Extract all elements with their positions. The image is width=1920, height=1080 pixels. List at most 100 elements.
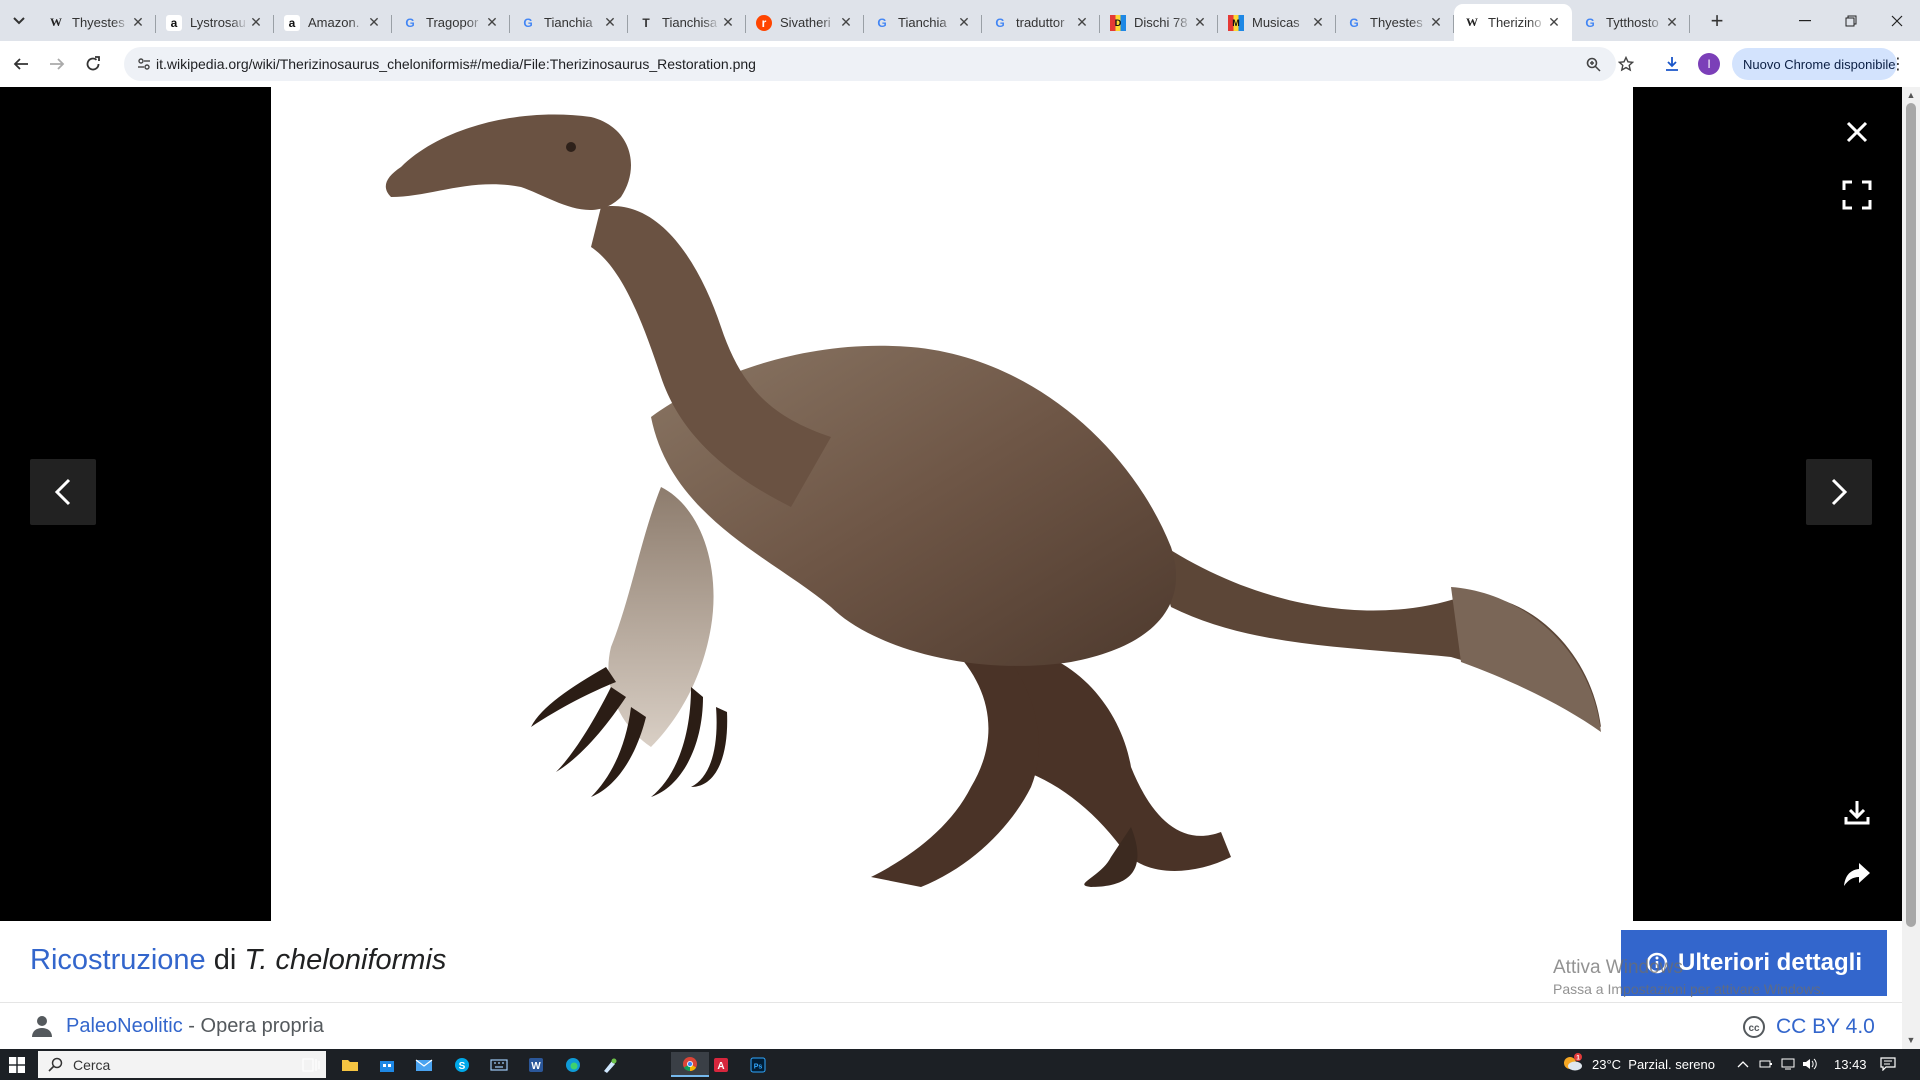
acrobat-icon[interactable]: A bbox=[708, 1052, 734, 1077]
photoshop-icon[interactable]: Ps bbox=[745, 1052, 771, 1077]
restore-icon[interactable] bbox=[1828, 0, 1874, 41]
close-tab-icon[interactable]: ✕ bbox=[838, 14, 854, 31]
close-tab-icon[interactable]: ✕ bbox=[602, 14, 618, 31]
taskbar-search[interactable]: Cerca bbox=[38, 1051, 326, 1078]
skype-icon[interactable]: S bbox=[449, 1052, 475, 1077]
license-label: CC BY 4.0 bbox=[1776, 1015, 1875, 1038]
network-icon[interactable] bbox=[1779, 1055, 1797, 1073]
tab[interactable]: r Sivatheri ✕ bbox=[746, 4, 864, 41]
tab[interactable]: M Musicas ✕ bbox=[1218, 4, 1336, 41]
site-info-tune-icon[interactable] bbox=[132, 52, 156, 76]
therizinosaurus-illustration bbox=[385, 114, 1601, 887]
close-tab-icon[interactable]: ✕ bbox=[248, 14, 264, 31]
reload-icon[interactable] bbox=[79, 50, 107, 78]
tab[interactable]: D Dischi 78 ✕ bbox=[1100, 4, 1218, 41]
tab-title: Tianchisa bbox=[662, 15, 718, 30]
close-tab-icon[interactable]: ✕ bbox=[1192, 14, 1208, 31]
close-tab-icon[interactable]: ✕ bbox=[1074, 14, 1090, 31]
tab-title: Thyestes bbox=[1370, 15, 1423, 30]
tab[interactable]: G Tytthosto ✕ bbox=[1572, 4, 1690, 41]
paint-app-icon[interactable] bbox=[597, 1052, 623, 1077]
bookmark-star-icon[interactable] bbox=[1615, 53, 1637, 75]
back-arrow-icon[interactable] bbox=[7, 50, 35, 78]
caption-link[interactable]: Ricostruzione bbox=[30, 944, 206, 976]
media-caption: Ricostruzione di T. cheloniformis Ulteri… bbox=[0, 921, 1902, 1002]
microsoft-store-icon[interactable] bbox=[374, 1052, 400, 1077]
close-tab-icon[interactable]: ✕ bbox=[1428, 14, 1444, 31]
word-icon[interactable]: W bbox=[523, 1052, 549, 1077]
notifications-icon[interactable] bbox=[1877, 1055, 1899, 1073]
close-icon bbox=[1846, 121, 1868, 143]
close-window-icon[interactable] bbox=[1874, 0, 1920, 41]
tab-list: W Thyestes ✕ a Lystrosau ✕ a Amazon. ✕ G Tragop… bbox=[38, 4, 1690, 41]
volume-icon[interactable] bbox=[1801, 1055, 1819, 1073]
share-button[interactable] bbox=[1834, 852, 1880, 898]
next-image-button[interactable] bbox=[1806, 459, 1872, 525]
scroll-up-icon[interactable]: ▲ bbox=[1906, 90, 1916, 100]
license-link[interactable]: cc CC BY 4.0 bbox=[1742, 1015, 1875, 1039]
tab[interactable]: G Tianchia ✕ bbox=[510, 4, 628, 41]
tab[interactable]: Gtraduttor ✕ bbox=[982, 4, 1100, 41]
caption-title: Ricostruzione di T. cheloniformis bbox=[30, 944, 446, 977]
weather-icon[interactable]: 1 bbox=[1561, 1053, 1583, 1072]
more-details-button[interactable]: Ulteriori dettagli bbox=[1621, 930, 1887, 996]
close-tab-icon[interactable]: ✕ bbox=[1310, 14, 1326, 31]
tab[interactable]: a Amazon. ✕ bbox=[274, 4, 392, 41]
download-icon[interactable] bbox=[1661, 53, 1683, 75]
close-tab-icon[interactable]: ✕ bbox=[130, 14, 146, 31]
tab-title: Lystrosau bbox=[190, 15, 246, 30]
close-tab-icon[interactable]: ✕ bbox=[366, 14, 382, 31]
scrollbar-thumb[interactable] bbox=[1906, 103, 1916, 927]
tab-search-chevron-icon[interactable] bbox=[6, 8, 32, 34]
battery-icon[interactable] bbox=[1757, 1055, 1775, 1073]
tab-title: Tragopor bbox=[426, 15, 479, 30]
download-image-button[interactable] bbox=[1834, 789, 1880, 835]
author-source: - Opera propria bbox=[182, 1015, 324, 1037]
minimize-icon[interactable] bbox=[1782, 0, 1828, 41]
close-tab-icon[interactable]: ✕ bbox=[956, 14, 972, 31]
close-tab-icon[interactable]: ✕ bbox=[720, 14, 736, 31]
page-scrollbar[interactable]: ▲ ▼ bbox=[1902, 87, 1920, 1049]
forward-arrow-icon[interactable] bbox=[43, 50, 71, 78]
kebab-menu-icon[interactable]: ⋮ bbox=[1890, 53, 1906, 75]
tab[interactable]: G Tragopor ✕ bbox=[392, 4, 510, 41]
previous-image-button[interactable] bbox=[30, 459, 96, 525]
tab[interactable]: G Thyestes ✕ bbox=[1336, 4, 1454, 41]
address-bar[interactable]: it.wikipedia.org/wiki/Therizinosaurus_ch… bbox=[124, 47, 1634, 81]
clock-time[interactable]: 13:43 bbox=[1834, 1057, 1867, 1072]
close-tab-icon[interactable]: ✕ bbox=[484, 14, 500, 31]
chrome-update-button[interactable]: Nuovo Chrome disponibile bbox=[1732, 48, 1897, 80]
svg-text:W: W bbox=[531, 1061, 541, 1072]
show-hidden-icons-chevron-icon[interactable] bbox=[1734, 1055, 1752, 1073]
close-viewer-button[interactable] bbox=[1834, 109, 1880, 155]
tab-title: Amazon. bbox=[308, 15, 360, 30]
close-tab-icon[interactable]: ✕ bbox=[1546, 14, 1562, 31]
tab-title: Sivatheri bbox=[780, 15, 831, 30]
tab[interactable]: W Thyestes ✕ bbox=[38, 4, 156, 41]
tab-active[interactable]: W Therizino ✕ bbox=[1454, 4, 1572, 41]
profile-avatar[interactable]: I bbox=[1698, 53, 1720, 75]
edge-icon[interactable] bbox=[560, 1052, 586, 1077]
author-link[interactable]: PaleoNeolitic bbox=[66, 1015, 183, 1037]
zoom-icon[interactable] bbox=[1582, 53, 1604, 75]
author-credit: PaleoNeolitic - Opera propria bbox=[66, 1015, 324, 1038]
close-tab-icon[interactable]: ✕ bbox=[1664, 14, 1680, 31]
mail-icon[interactable] bbox=[411, 1052, 437, 1077]
chrome-icon[interactable] bbox=[671, 1052, 709, 1077]
scroll-down-icon[interactable]: ▼ bbox=[1906, 1035, 1916, 1045]
keyboard-app-icon[interactable] bbox=[486, 1052, 512, 1077]
url-text[interactable]: it.wikipedia.org/wiki/Therizinosaurus_ch… bbox=[156, 56, 756, 72]
windows-start-icon[interactable] bbox=[0, 1049, 34, 1080]
tab[interactable]: a Lystrosau ✕ bbox=[156, 4, 274, 41]
tab[interactable]: G Tianchia ✕ bbox=[864, 4, 982, 41]
tab-favicon-icon: r bbox=[756, 14, 772, 31]
weather-text[interactable]: 23°C Parzial. sereno bbox=[1592, 1057, 1715, 1072]
tab[interactable]: T Tianchisa ✕ bbox=[628, 4, 746, 41]
tab-favicon-icon: W bbox=[1466, 15, 1478, 29]
caption-species: T. cheloniformis bbox=[244, 944, 447, 976]
tab-favicon-icon: G bbox=[523, 15, 533, 30]
task-view-icon[interactable] bbox=[298, 1052, 324, 1077]
new-tab-plus-icon[interactable]: + bbox=[1704, 8, 1730, 34]
file-explorer-icon[interactable] bbox=[337, 1052, 363, 1077]
fullscreen-button[interactable] bbox=[1834, 172, 1880, 218]
